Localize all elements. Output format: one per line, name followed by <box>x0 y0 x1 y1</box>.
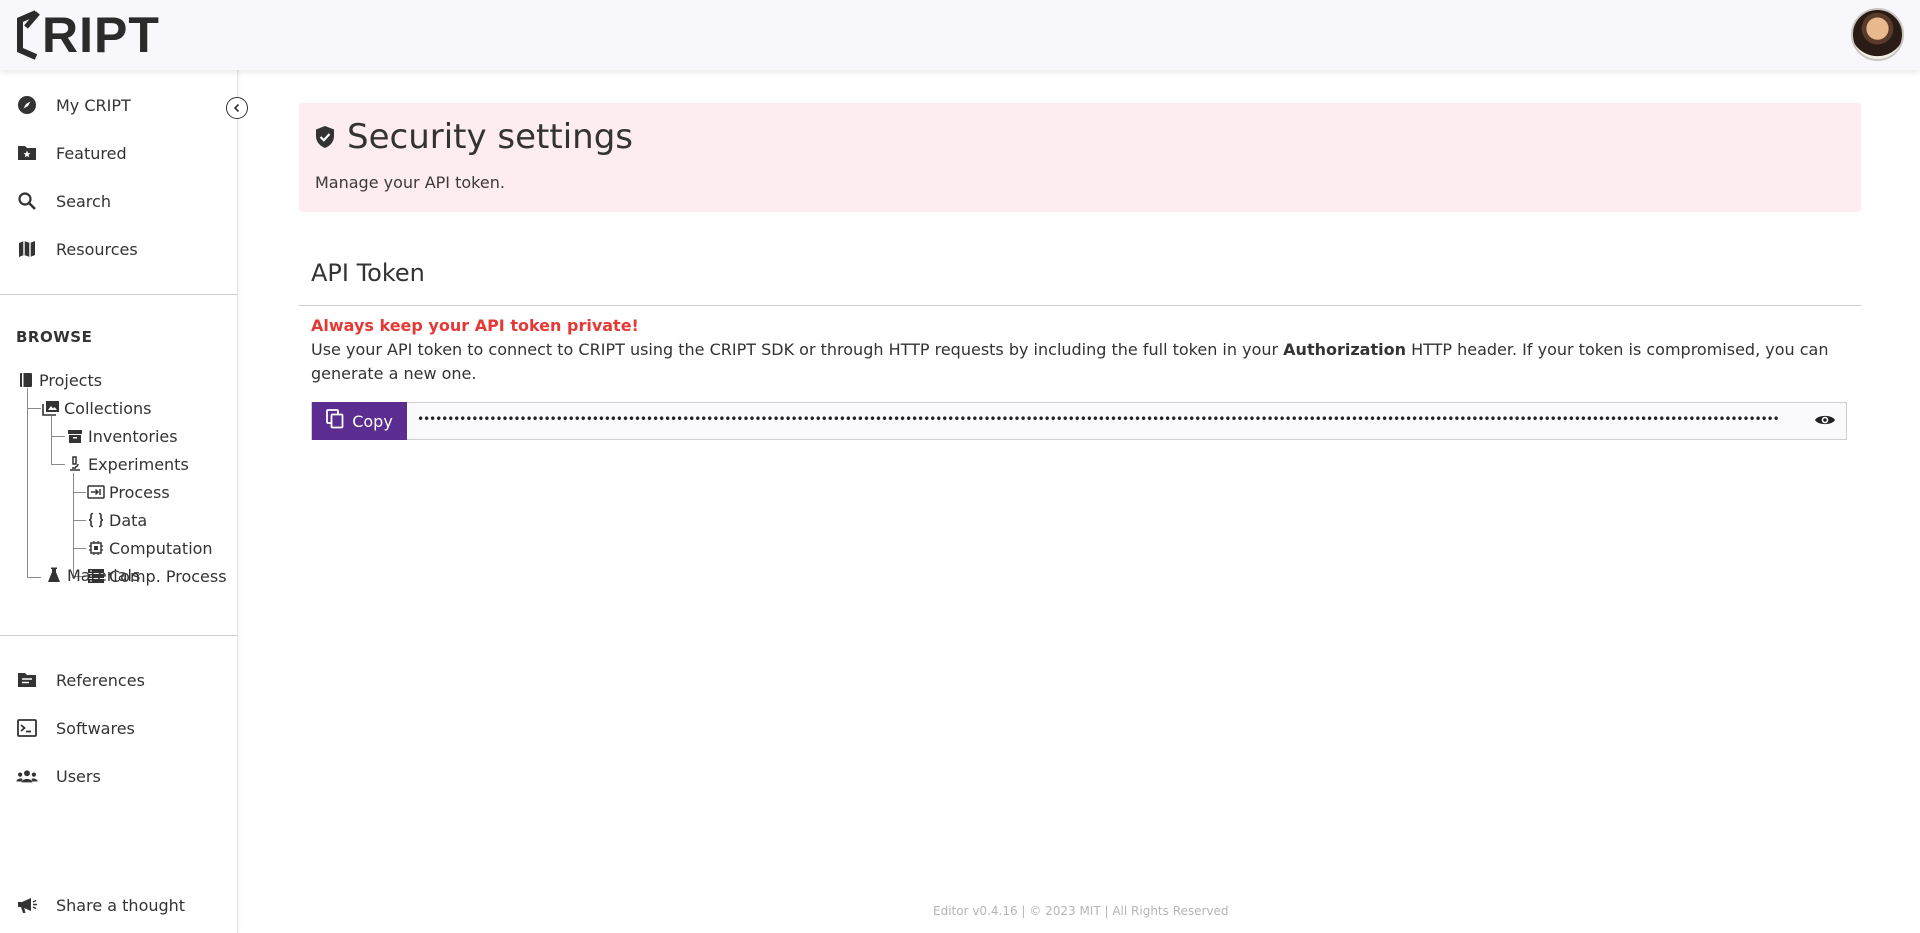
tree-label: Projects <box>39 370 103 390</box>
user-avatar[interactable] <box>1851 8 1904 61</box>
tree-label: Collections <box>64 398 152 418</box>
braces-icon <box>87 511 105 529</box>
footer-text: Editor v0.4.16 | © 2023 MIT | All Rights… <box>933 904 1229 918</box>
tree-line <box>73 548 86 549</box>
sidebar-item-materials[interactable]: Materials <box>45 563 140 587</box>
sidebar-item-resources[interactable]: Resources <box>0 225 237 273</box>
share-thought-label: Share a thought <box>56 895 186 915</box>
api-token-field[interactable]: ••••••••••••••••••••••••••••••••••••••••… <box>417 412 1804 430</box>
sidebar-item-label: Users <box>56 766 101 786</box>
process-input-icon <box>87 483 105 501</box>
sidebar-item-computation[interactable]: Computation <box>87 536 213 560</box>
api-token-heading: API Token <box>311 259 425 287</box>
sidebar-item-data[interactable]: Data <box>87 508 147 532</box>
microscope-icon <box>66 455 84 473</box>
top-header: RIPT <box>0 0 1920 70</box>
page-title-text: Security settings <box>347 117 634 157</box>
sidebar-item-inventories[interactable]: Inventories <box>66 424 178 448</box>
tree-line <box>73 492 86 493</box>
token-description: Use your API token to connect to CRIPT u… <box>311 338 1846 386</box>
tree-line <box>51 436 65 437</box>
sidebar-item-label: Search <box>56 191 111 211</box>
shield-check-icon <box>315 124 337 150</box>
tree-line <box>51 464 65 465</box>
chevron-left-icon <box>233 103 240 113</box>
tree-line <box>27 388 28 578</box>
sidebar-item-label: References <box>56 670 145 690</box>
flask-icon <box>45 566 63 584</box>
logo-text: RIPT <box>42 7 160 63</box>
sidebar-item-featured[interactable]: Featured <box>0 129 237 177</box>
folder-star-icon <box>16 142 38 164</box>
users-icon <box>16 765 38 787</box>
tree-line <box>27 408 41 409</box>
folder-lines-icon <box>16 669 38 691</box>
browse-heading: BROWSE <box>16 328 93 346</box>
archive-icon <box>66 427 84 445</box>
sidebar-item-users[interactable]: Users <box>0 752 237 800</box>
page-title: Security settings <box>315 117 633 157</box>
search-icon <box>16 190 38 212</box>
map-icon <box>16 238 38 260</box>
chip-icon <box>87 539 105 557</box>
tree-line <box>51 416 52 464</box>
security-banner: Security settings Manage your API token. <box>299 103 1861 212</box>
copy-icon <box>326 409 344 433</box>
page-subtitle: Manage your API token. <box>315 173 505 192</box>
megaphone-icon <box>16 894 38 916</box>
section-divider <box>299 305 1861 306</box>
terminal-icon <box>16 717 38 739</box>
book-icon <box>17 371 35 389</box>
compass-icon <box>16 94 38 116</box>
sidebar-item-experiments[interactable]: Experiments <box>66 452 189 476</box>
copy-label: Copy <box>352 411 393 431</box>
sidebar-item-projects[interactable]: Projects <box>17 368 102 392</box>
tree-label: Computation <box>109 538 213 558</box>
tree-line <box>27 577 41 578</box>
sidebar-item-softwares[interactable]: Softwares <box>0 704 237 752</box>
image-collection-icon <box>42 399 60 417</box>
sidebar-item-collections[interactable]: Collections <box>42 396 151 420</box>
tree-label: Materials <box>67 565 141 585</box>
copy-token-button[interactable]: Copy <box>312 402 407 440</box>
tree-label: Inventories <box>88 426 178 446</box>
desc-text-before: Use your API token to connect to CRIPT u… <box>311 340 1284 359</box>
tree-label: Experiments <box>88 454 189 474</box>
tree-line <box>73 520 86 521</box>
sidebar-item-label: Featured <box>56 143 127 163</box>
sidebar-item-my-cript[interactable]: My CRIPT <box>0 81 237 129</box>
cript-logo[interactable]: RIPT <box>14 8 160 62</box>
tree-label: Data <box>109 510 148 530</box>
tree-label: Process <box>109 482 170 502</box>
sidebar-divider <box>0 635 237 636</box>
cript-bracket-logo-icon <box>17 10 40 60</box>
share-thought-button[interactable]: Share a thought <box>0 881 237 929</box>
reveal-token-button[interactable] <box>1814 412 1836 430</box>
sidebar-item-process[interactable]: Process <box>87 480 170 504</box>
sidebar-item-label: My CRIPT <box>56 95 131 115</box>
eye-icon <box>1814 412 1836 431</box>
sidebar-item-label: Resources <box>56 239 138 259</box>
sidebar-item-label: Softwares <box>56 718 135 738</box>
token-warning: Always keep your API token private! <box>311 316 639 335</box>
sidebar: My CRIPT Featured Search Resources BROWS… <box>0 70 248 933</box>
main-content: Security settings Manage your API token.… <box>238 70 1920 933</box>
token-field-group: Copy •••••••••••••••••••••••••••••••••••… <box>311 402 1847 440</box>
sidebar-divider <box>0 294 237 295</box>
sidebar-collapse-button[interactable] <box>226 97 248 119</box>
sidebar-item-references[interactable]: References <box>0 656 237 704</box>
desc-text-bold: Authorization <box>1283 340 1406 359</box>
sidebar-item-search[interactable]: Search <box>0 177 237 225</box>
